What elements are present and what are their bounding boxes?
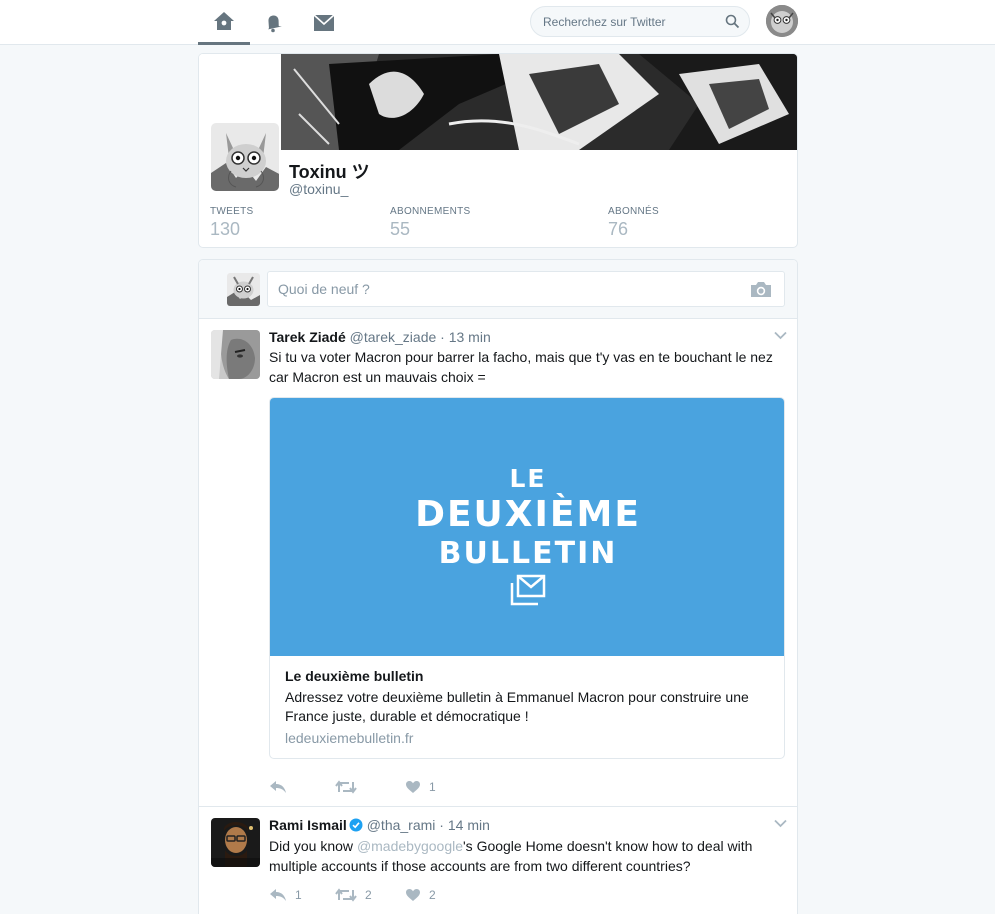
logo-line: BULLETIN bbox=[438, 536, 618, 571]
timeline: Tarek Ziadé @tarek_ziade · 13 min Si tu … bbox=[198, 259, 798, 914]
camera-icon[interactable] bbox=[750, 281, 772, 298]
heart-icon bbox=[406, 781, 420, 793]
stat-label: Abonnés bbox=[608, 206, 660, 217]
nav-notifications-button[interactable] bbox=[248, 0, 300, 45]
stat-value: 76 bbox=[608, 219, 629, 239]
stat-value: 130 bbox=[210, 219, 241, 239]
card-logo: LE DEUXIÈME BULLETIN bbox=[270, 464, 784, 572]
profile-card: Toxinu ツ @toxinu_ Tweets 130 Abonnements… bbox=[198, 53, 798, 248]
separator-dot: · bbox=[440, 329, 445, 345]
bell-icon bbox=[268, 14, 282, 32]
card-image[interactable]: LE DEUXIÈME BULLETIN bbox=[270, 398, 784, 656]
nav-home-button[interactable] bbox=[198, 0, 250, 45]
tweet[interactable]: Tarek Ziadé @tarek_ziade · 13 min Si tu … bbox=[199, 319, 797, 807]
tweet-text-part: Did you know bbox=[269, 838, 357, 854]
compose-tweet-input[interactable] bbox=[278, 281, 738, 297]
user-avatar-menu[interactable] bbox=[766, 5, 798, 37]
stat-label: Tweets bbox=[210, 206, 254, 217]
chevron-down-icon[interactable] bbox=[774, 331, 787, 340]
home-icon bbox=[214, 12, 234, 30]
retweet-count: 2 bbox=[365, 888, 372, 902]
tweet-author-handle[interactable]: @tha_rami bbox=[367, 817, 436, 833]
tweet-header: Tarek Ziadé @tarek_ziade · 13 min bbox=[269, 329, 491, 345]
tweet-author-handle[interactable]: @tarek_ziade bbox=[350, 329, 437, 345]
composer-box[interactable] bbox=[267, 271, 785, 307]
reply-button[interactable] bbox=[269, 780, 305, 794]
mention-link[interactable]: @madebygoogle bbox=[357, 838, 463, 854]
search-input[interactable] bbox=[543, 14, 718, 29]
chevron-down-icon[interactable] bbox=[774, 819, 787, 828]
tweet-text: Si tu va voter Macron pour barrer la fac… bbox=[269, 349, 773, 385]
like-count: 1 bbox=[429, 780, 436, 794]
stat-followers[interactable]: Abonnés 76 bbox=[608, 206, 659, 240]
like-button[interactable]: 1 bbox=[405, 780, 439, 794]
tweet-author-name[interactable]: Tarek Ziadé bbox=[269, 329, 346, 345]
nav-messages-button[interactable] bbox=[298, 0, 350, 45]
tweet-timestamp[interactable]: 13 min bbox=[449, 329, 491, 345]
tweet-actions: 1 bbox=[269, 777, 469, 797]
stat-label: Abonnements bbox=[390, 206, 471, 217]
stat-following[interactable]: Abonnements 55 bbox=[390, 206, 471, 240]
retweet-button[interactable] bbox=[335, 780, 375, 794]
reply-button[interactable]: 1 bbox=[269, 888, 305, 902]
reply-count: 1 bbox=[295, 888, 302, 902]
card-description: Adressez votre deuxième bulletin à Emman… bbox=[285, 689, 749, 724]
top-navigation-bar bbox=[0, 0, 995, 45]
composer-avatar bbox=[227, 273, 260, 306]
reply-icon bbox=[270, 889, 286, 901]
card-domain: ledeuxiemebulletin.fr bbox=[285, 730, 414, 746]
retweet-icon bbox=[335, 780, 357, 794]
tweet-composer bbox=[199, 260, 797, 319]
tweet-author-avatar[interactable] bbox=[211, 330, 260, 379]
logo-line: LE bbox=[509, 464, 547, 493]
search-icon[interactable] bbox=[725, 14, 740, 29]
search-box[interactable] bbox=[530, 6, 750, 37]
card-title: Le deuxième bulletin bbox=[285, 668, 424, 684]
heart-icon bbox=[406, 889, 420, 901]
envelope-icon bbox=[313, 13, 335, 31]
profile-handle[interactable]: @toxinu_ bbox=[289, 181, 348, 197]
reply-icon bbox=[270, 781, 286, 793]
profile-banner[interactable] bbox=[199, 54, 797, 150]
tweet[interactable]: Rami Ismail @tha_rami · 14 min Did you k… bbox=[199, 807, 797, 914]
retweet-button[interactable]: 2 bbox=[335, 888, 375, 902]
stat-tweets[interactable]: Tweets 130 bbox=[210, 206, 253, 240]
like-button[interactable]: 2 bbox=[405, 888, 439, 902]
tweet-author-name[interactable]: Rami Ismail bbox=[269, 817, 347, 833]
ballot-envelope-icon bbox=[510, 574, 546, 606]
stat-value: 55 bbox=[390, 219, 411, 239]
profile-avatar[interactable] bbox=[210, 122, 280, 192]
separator-dot: · bbox=[439, 817, 444, 833]
tweet-timestamp[interactable]: 14 min bbox=[448, 817, 490, 833]
tweet-actions: 1 2 2 bbox=[269, 885, 469, 905]
like-count: 2 bbox=[429, 888, 436, 902]
verified-badge-icon bbox=[349, 818, 363, 832]
retweet-icon bbox=[335, 888, 357, 902]
logo-line: DEUXIÈME bbox=[415, 494, 641, 535]
tweet-text: Did you know @madebygoogle's Google Home… bbox=[269, 836, 769, 876]
tweet-header: Rami Ismail @tha_rami · 14 min bbox=[269, 817, 490, 833]
tweet-author-avatar[interactable] bbox=[211, 818, 260, 867]
link-card[interactable]: LE DEUXIÈME BULLETIN Le deuxième bulleti… bbox=[269, 397, 785, 759]
